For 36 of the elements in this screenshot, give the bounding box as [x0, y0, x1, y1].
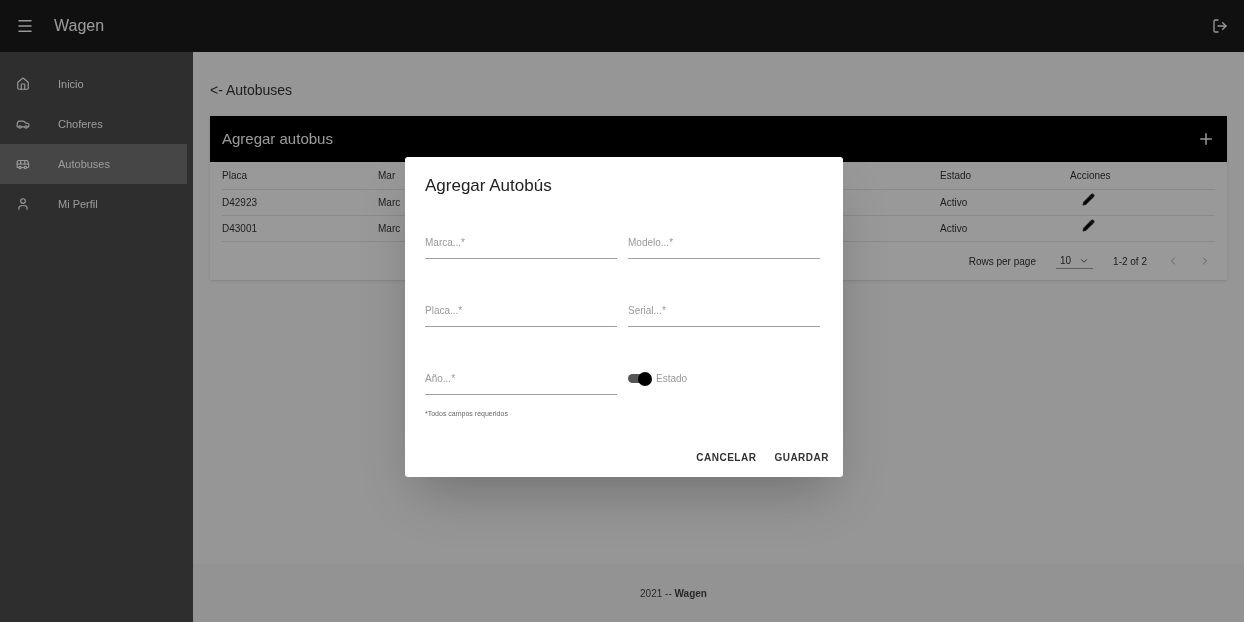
column-header: Estado [940, 162, 1070, 190]
text-field[interactable]: Marca...* [425, 226, 617, 259]
edit-icon[interactable] [1082, 193, 1095, 206]
car-icon [16, 117, 30, 131]
bus-icon [16, 157, 30, 171]
menu-icon[interactable] [16, 17, 34, 35]
table-cell: Activo [940, 216, 1070, 242]
toggle-switch[interactable] [628, 371, 652, 386]
footer-text: 2021 -- Wagen [640, 586, 707, 601]
table-cell: D42923 [222, 190, 378, 216]
page-range: 1-2 of 2 [1113, 254, 1147, 269]
app-title: Wagen [54, 16, 105, 36]
column-header: Acciones [1070, 162, 1215, 190]
edit-icon[interactable] [1082, 219, 1095, 232]
table-cell: Activo [940, 190, 1070, 216]
dialog-button[interactable]: CANCELAR [690, 444, 763, 471]
table-cell: D43001 [222, 216, 378, 242]
add-icon[interactable] [1197, 130, 1215, 148]
logout-icon[interactable] [1212, 18, 1228, 34]
text-field[interactable]: Año...* [425, 362, 617, 395]
sidebar-item[interactable]: Mi Perfil [0, 184, 187, 224]
back-link[interactable]: <- Autobuses [210, 82, 293, 98]
card-title: Agregar autobus [222, 128, 333, 149]
text-field[interactable]: Modelo...* [628, 226, 820, 259]
rows-per-page-label: Rows per page [968, 254, 1036, 269]
person-icon [16, 197, 30, 211]
switch-label: Estado [656, 372, 688, 386]
sidebar-item[interactable]: Inicio [0, 64, 187, 104]
column-header: Placa [222, 162, 378, 190]
rows-per-page-select[interactable]: 10 [1055, 253, 1094, 269]
text-field[interactable]: Placa...* [425, 294, 617, 327]
sidebar-item[interactable]: Autobuses [0, 144, 187, 184]
sidebar-item[interactable]: Choferes [0, 104, 187, 144]
text-field[interactable]: Serial...* [628, 294, 820, 327]
home-icon [16, 77, 30, 91]
dialog-button[interactable]: GUARDAR [768, 444, 835, 471]
